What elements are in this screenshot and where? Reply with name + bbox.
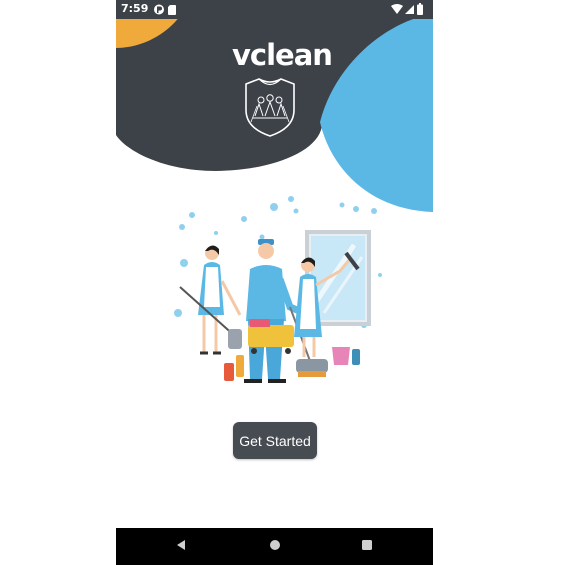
app-notification-icon: [154, 4, 164, 15]
recents-icon[interactable]: [360, 538, 374, 557]
cleaning-staff-illustration: [174, 196, 382, 383]
sd-card-icon: [168, 5, 176, 15]
home-icon[interactable]: [268, 538, 282, 557]
get-started-button[interactable]: Get Started: [233, 422, 317, 459]
status-bar: 7:59: [116, 0, 433, 19]
phone-screen: 7:59 vclean Get Started: [116, 0, 433, 565]
cleaning-crest-logo-icon: [245, 78, 295, 137]
wifi-icon: [391, 4, 403, 14]
back-icon[interactable]: [174, 538, 188, 557]
navigation-bar: [116, 528, 433, 565]
signal-icon: [405, 5, 414, 14]
battery-icon: [417, 3, 423, 15]
app-title: vclean: [232, 38, 333, 72]
status-left-icons: [153, 3, 179, 21]
status-right-icons: [391, 3, 427, 21]
status-time: 7:59: [121, 2, 149, 15]
